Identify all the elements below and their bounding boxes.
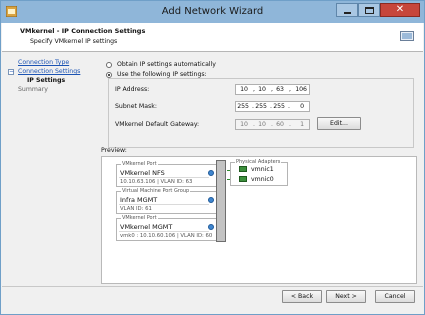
mask-octet-3: 255 (273, 103, 285, 110)
ip-octet-4: 106 (295, 86, 307, 93)
mask-octet-1: 255 (237, 103, 249, 110)
default-gateway-label: VMkernel Default Gateway: (115, 121, 200, 128)
mask-octet-4: 0 (300, 103, 304, 110)
edit-gateway-button[interactable]: Edit... (317, 117, 361, 130)
wizard-header: VMkernel - IP Connection Settings Specif… (2, 23, 423, 52)
wizard-steps: Connection Type − Connection Settings IP… (5, 56, 97, 286)
mask-octet-2: 255 (255, 103, 267, 110)
port-group-name: Infra MGMT (120, 196, 158, 204)
globe-icon (208, 170, 214, 176)
physical-adapters-caption: Physical Adapters (235, 159, 282, 165)
step-connection-settings[interactable]: Connection Settings (18, 68, 80, 75)
step-connection-type[interactable]: Connection Type (18, 59, 69, 66)
gw-octet-4: 1 (300, 121, 304, 128)
subnet-mask-label: Subnet Mask: (115, 103, 157, 110)
port-group-caption: VMkernel Port (121, 161, 158, 167)
port-group-detail: vmk0 : 10.10.60.106 | VLAN ID: 60 (120, 233, 213, 239)
network-preview: VMkernel Port VMkernel NFS 10.10.63.106 … (101, 156, 417, 284)
globe-icon (208, 224, 214, 230)
vswitch-bar (216, 160, 226, 242)
ip-settings-panel: Obtain IP settings automatically Use the… (99, 56, 419, 286)
port-group-caption: VMkernel Port (121, 215, 158, 221)
footer-divider (2, 286, 423, 287)
port-group-detail: VLAN ID: 61 (120, 206, 152, 212)
add-network-wizard-window: Add Network Wizard ✕ VMkernel - IP Conne… (0, 0, 425, 315)
ip-octet-2: 10 (258, 86, 266, 93)
use-following-label[interactable]: Use the following IP settings: (117, 71, 207, 78)
close-button[interactable]: ✕ (380, 3, 420, 17)
page-subtitle: Specify VMkernel IP settings (30, 38, 118, 45)
wizard-icon (400, 31, 414, 41)
subnet-mask-input[interactable]: 255 . 255 . 255 . 0 (235, 101, 310, 112)
ip-octet-3: 63 (276, 86, 284, 93)
nic-icon (239, 176, 247, 182)
port-group-infra-mgmt[interactable]: Virtual Machine Port Group Infra MGMT VL… (116, 188, 220, 214)
preview-label: Preview: (101, 147, 127, 154)
ip-address-label: IP Address: (115, 86, 150, 93)
ip-address-input[interactable]: 10 , 10 , 63 , 106 (235, 84, 310, 95)
maximize-button[interactable] (358, 3, 380, 17)
minimize-icon (344, 12, 351, 14)
collapse-icon[interactable]: − (8, 69, 14, 75)
port-group-name: VMkernel NFS (120, 169, 165, 177)
step-ip-settings: IP Settings (27, 77, 66, 84)
title-bar[interactable]: Add Network Wizard ✕ (1, 1, 424, 23)
vm-icon (208, 197, 214, 203)
page-title: VMkernel - IP Connection Settings (20, 27, 146, 35)
port-group-detail: 10.10.63.106 | VLAN ID: 63 (120, 179, 193, 185)
next-button[interactable]: Next > (326, 290, 366, 303)
physical-adapters-group: Physical Adapters vmnic1 vmnic0 (230, 159, 288, 186)
ip-settings-group: IP Address: 10 , 10 , 63 , 106 Subnet Ma… (108, 78, 414, 148)
gw-octet-3: 60 (276, 121, 284, 128)
gw-octet-1: 10 (240, 121, 248, 128)
minimize-button[interactable] (336, 3, 358, 17)
ip-octet-1: 10 (240, 86, 248, 93)
step-summary: Summary (18, 86, 48, 93)
maximize-icon (365, 7, 374, 14)
cancel-button[interactable]: Cancel (375, 290, 415, 303)
default-gateway-input: 10 . 10 . 60 . 1 (235, 119, 310, 130)
adapter-vmnic1[interactable]: vmnic1 (251, 166, 274, 173)
close-icon: ✕ (395, 4, 405, 15)
port-group-vmkernel-mgmt[interactable]: VMkernel Port VMkernel MGMT vmk0 : 10.10… (116, 215, 220, 241)
obtain-auto-radio[interactable] (106, 62, 112, 68)
obtain-auto-label[interactable]: Obtain IP settings automatically (117, 61, 216, 68)
gw-octet-2: 10 (258, 121, 266, 128)
port-group-vmkernel-nfs[interactable]: VMkernel Port VMkernel NFS 10.10.63.106 … (116, 161, 220, 187)
port-group-name: VMkernel MGMT (120, 223, 173, 231)
adapter-vmnic0[interactable]: vmnic0 (251, 176, 274, 183)
nic-icon (239, 166, 247, 172)
back-button[interactable]: < Back (282, 290, 322, 303)
port-group-caption: Virtual Machine Port Group (121, 188, 191, 194)
